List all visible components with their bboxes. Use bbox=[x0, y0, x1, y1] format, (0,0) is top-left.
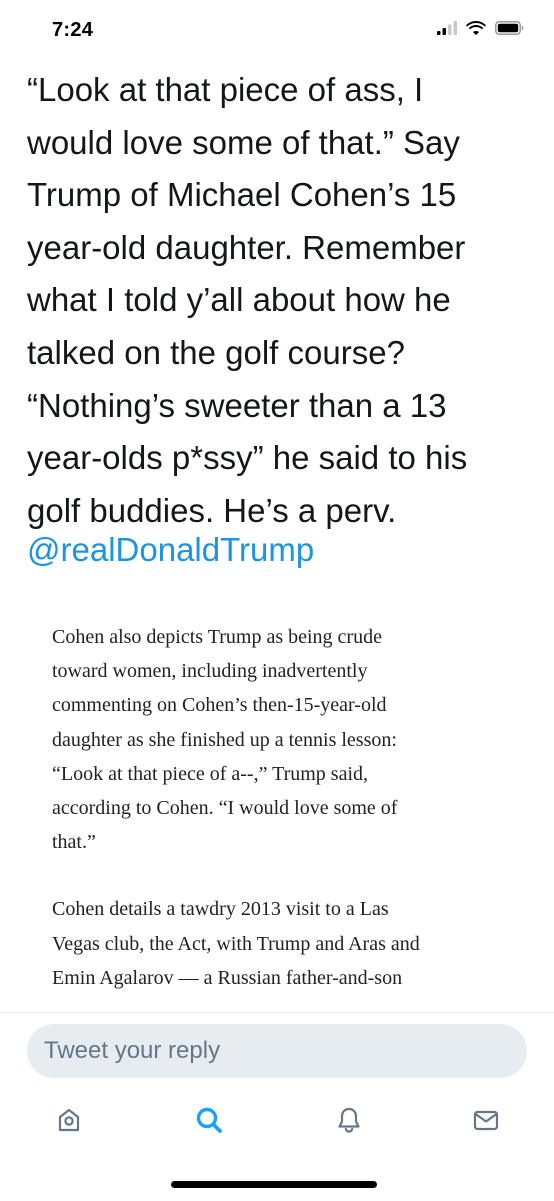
tab-home[interactable] bbox=[49, 1102, 89, 1142]
envelope-icon bbox=[471, 1105, 501, 1140]
tab-messages[interactable] bbox=[466, 1102, 506, 1142]
bell-icon bbox=[334, 1105, 364, 1140]
tweet-text: “Look at that piece of ass, I would love… bbox=[27, 71, 468, 529]
wifi-icon bbox=[466, 20, 486, 40]
search-icon bbox=[194, 1105, 224, 1140]
tab-bar bbox=[0, 1092, 554, 1152]
home-indicator[interactable] bbox=[171, 1181, 377, 1188]
status-bar: 7:24 bbox=[0, 0, 554, 62]
article-screenshot[interactable]: Cohen also depicts Trump as being crude … bbox=[52, 620, 522, 995]
tab-search[interactable] bbox=[189, 1102, 229, 1142]
cellular-signal-icon bbox=[437, 20, 457, 40]
status-time: 7:24 bbox=[52, 19, 94, 41]
status-icons bbox=[437, 20, 524, 40]
article-paragraph: Cohen also depicts Trump as being crude … bbox=[52, 626, 398, 854]
home-icon bbox=[54, 1105, 84, 1140]
battery-icon bbox=[495, 20, 524, 40]
reply-input[interactable] bbox=[27, 1024, 527, 1078]
tab-notifications[interactable] bbox=[329, 1102, 369, 1142]
article-paragraph: Cohen details a tawdry 2013 visit to a L… bbox=[52, 898, 420, 989]
mention-link[interactable]: @realDonaldTrump bbox=[27, 524, 314, 577]
